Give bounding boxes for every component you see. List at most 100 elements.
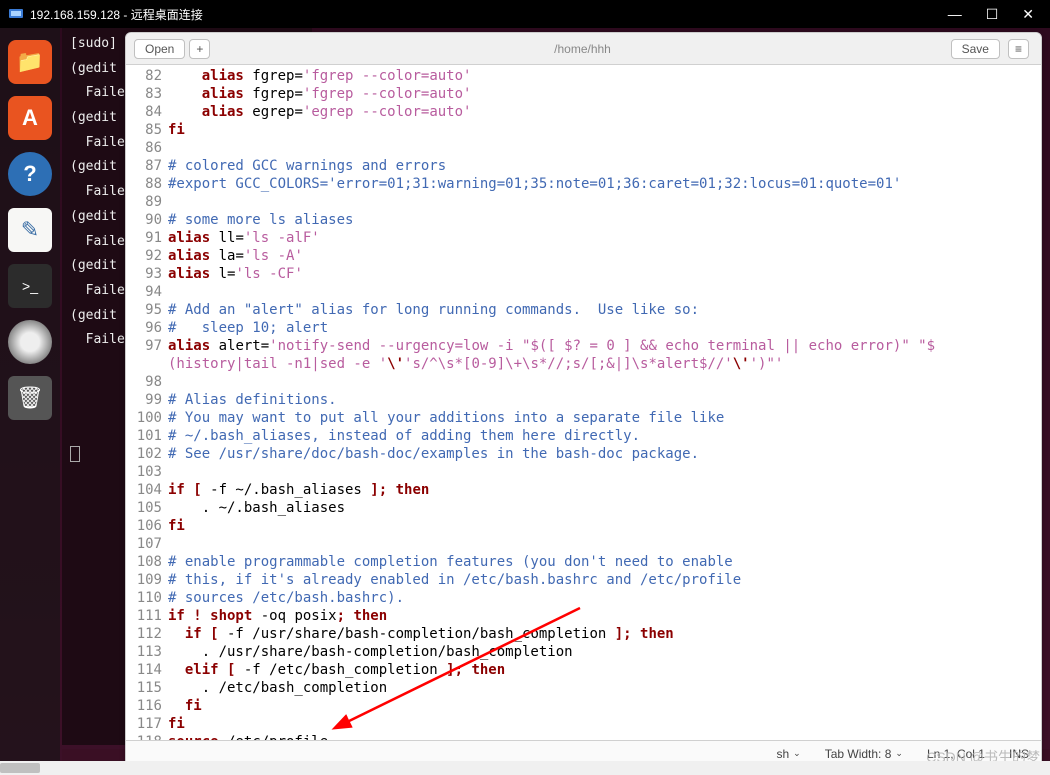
code-line: 101# ~/.bash_aliases, instead of adding … bbox=[126, 427, 1041, 445]
open-button[interactable]: Open bbox=[134, 39, 185, 59]
code-line: 92alias la='ls -A' bbox=[126, 247, 1041, 265]
line-number: 112 bbox=[126, 625, 168, 643]
code-line: 89 bbox=[126, 193, 1041, 211]
code-content: # See /usr/share/doc/bash-doc/examples i… bbox=[168, 445, 1041, 463]
code-line: 97alias alert='notify-send --urgency=low… bbox=[126, 337, 1041, 355]
line-number: 99 bbox=[126, 391, 168, 409]
line-number: 98 bbox=[126, 373, 168, 391]
code-line: 84 alias egrep='egrep --color=auto' bbox=[126, 103, 1041, 121]
terminal-cursor-indicator bbox=[70, 446, 80, 462]
code-content: alias fgrep='fgrep --color=auto' bbox=[168, 67, 1041, 85]
dock-software-icon[interactable]: A bbox=[8, 96, 52, 140]
line-number: 84 bbox=[126, 103, 168, 121]
dock-disc-icon[interactable] bbox=[8, 320, 52, 364]
code-line: 110# sources /etc/bash.bashrc). bbox=[126, 589, 1041, 607]
tab-width-selector[interactable]: Tab Width: 8⌄ bbox=[825, 747, 903, 761]
line-number: 103 bbox=[126, 463, 168, 481]
code-line: 107 bbox=[126, 535, 1041, 553]
code-line: 102# See /usr/share/doc/bash-doc/example… bbox=[126, 445, 1041, 463]
code-content: #export GCC_COLORS='error=01;31:warning=… bbox=[168, 175, 1041, 193]
code-content: # this, if it's already enabled in /etc/… bbox=[168, 571, 1041, 589]
horizontal-scrollbar[interactable] bbox=[0, 761, 1050, 775]
line-number: 82 bbox=[126, 67, 168, 85]
code-content: fi bbox=[168, 697, 1041, 715]
code-content: . /etc/bash_completion bbox=[168, 679, 1041, 697]
code-line: 90# some more ls aliases bbox=[126, 211, 1041, 229]
code-content: source /etc/profile bbox=[168, 733, 1041, 740]
document-path: /home/hhh bbox=[214, 42, 950, 56]
code-content: fi bbox=[168, 715, 1041, 733]
code-line: 111if ! shopt -oq posix; then bbox=[126, 607, 1041, 625]
code-line: 117fi bbox=[126, 715, 1041, 733]
gedit-headerbar: Open + /home/hhh Save ≡ bbox=[126, 33, 1041, 65]
dock-terminal-icon[interactable]: >_ bbox=[8, 264, 52, 308]
hamburger-menu-button[interactable]: ≡ bbox=[1008, 39, 1029, 59]
line-number: 111 bbox=[126, 607, 168, 625]
code-content: fi bbox=[168, 121, 1041, 139]
code-content: alias fgrep='fgrep --color=auto' bbox=[168, 85, 1041, 103]
save-button[interactable]: Save bbox=[951, 39, 1000, 59]
code-line: 85fi bbox=[126, 121, 1041, 139]
line-number: 89 bbox=[126, 193, 168, 211]
code-content bbox=[168, 139, 1041, 157]
code-content bbox=[168, 463, 1041, 481]
code-line: 82 alias fgrep='fgrep --color=auto' bbox=[126, 67, 1041, 85]
code-line: 98 bbox=[126, 373, 1041, 391]
code-content: . ~/.bash_aliases bbox=[168, 499, 1041, 517]
code-line: 99# Alias definitions. bbox=[126, 391, 1041, 409]
minimize-button[interactable]: — bbox=[948, 6, 962, 23]
code-line: 94 bbox=[126, 283, 1041, 301]
line-number: 114 bbox=[126, 661, 168, 679]
line-number: 116 bbox=[126, 697, 168, 715]
rdp-icon bbox=[8, 6, 24, 22]
code-content: alias la='ls -A' bbox=[168, 247, 1041, 265]
dock: 📁 A ? ✎ >_ 🗑 bbox=[0, 28, 60, 775]
line-number: 110 bbox=[126, 589, 168, 607]
line-number: 107 bbox=[126, 535, 168, 553]
line-number bbox=[126, 355, 168, 373]
code-content: if [ -f ~/.bash_aliases ]; then bbox=[168, 481, 1041, 499]
line-number: 118 bbox=[126, 733, 168, 740]
maximize-button[interactable]: ☐ bbox=[986, 6, 999, 23]
code-line: 116 fi bbox=[126, 697, 1041, 715]
code-editor[interactable]: 82 alias fgrep='fgrep --color=auto'83 al… bbox=[126, 65, 1041, 740]
scrollbar-thumb[interactable] bbox=[0, 763, 40, 773]
code-content: # ~/.bash_aliases, instead of adding the… bbox=[168, 427, 1041, 445]
dock-gedit-icon[interactable]: ✎ bbox=[8, 208, 52, 252]
code-content bbox=[168, 535, 1041, 553]
dock-help-icon[interactable]: ? bbox=[8, 152, 52, 196]
new-tab-button[interactable]: + bbox=[189, 39, 210, 59]
code-line: 114 elif [ -f /etc/bash_completion ]; th… bbox=[126, 661, 1041, 679]
line-number: 91 bbox=[126, 229, 168, 247]
code-line: 105 . ~/.bash_aliases bbox=[126, 499, 1041, 517]
code-line: 113 . /usr/share/bash-completion/bash_co… bbox=[126, 643, 1041, 661]
code-line: 88#export GCC_COLORS='error=01;31:warnin… bbox=[126, 175, 1041, 193]
code-content: if ! shopt -oq posix; then bbox=[168, 607, 1041, 625]
chevron-down-icon: ⌄ bbox=[793, 748, 801, 759]
close-button[interactable]: ✕ bbox=[1022, 6, 1034, 23]
line-number: 106 bbox=[126, 517, 168, 535]
line-number: 95 bbox=[126, 301, 168, 319]
code-content: # enable programmable completion feature… bbox=[168, 553, 1041, 571]
code-content: alias l='ls -CF' bbox=[168, 265, 1041, 283]
line-number: 113 bbox=[126, 643, 168, 661]
line-number: 94 bbox=[126, 283, 168, 301]
chevron-down-icon: ⌄ bbox=[895, 748, 903, 759]
line-number: 87 bbox=[126, 157, 168, 175]
code-content: alias egrep='egrep --color=auto' bbox=[168, 103, 1041, 121]
code-content: elif [ -f /etc/bash_completion ]; then bbox=[168, 661, 1041, 679]
line-number: 93 bbox=[126, 265, 168, 283]
language-selector[interactable]: sh⌄ bbox=[776, 747, 800, 761]
code-content: if [ -f /usr/share/bash-completion/bash_… bbox=[168, 625, 1041, 643]
rdp-titlebar: 192.168.159.128 - 远程桌面连接 — ☐ ✕ bbox=[0, 0, 1050, 28]
ubuntu-desktop: 📁 A ? ✎ >_ 🗑 [sudo](gedit Faile(gedit Fa… bbox=[0, 28, 1050, 775]
line-number: 102 bbox=[126, 445, 168, 463]
line-number: 92 bbox=[126, 247, 168, 265]
dock-trash-icon[interactable]: 🗑 bbox=[8, 376, 52, 420]
dock-files-icon[interactable]: 📁 bbox=[8, 40, 52, 84]
code-line: 100# You may want to put all your additi… bbox=[126, 409, 1041, 427]
code-line: 108# enable programmable completion feat… bbox=[126, 553, 1041, 571]
code-content: # Alias definitions. bbox=[168, 391, 1041, 409]
code-line: 93alias l='ls -CF' bbox=[126, 265, 1041, 283]
line-number: 115 bbox=[126, 679, 168, 697]
